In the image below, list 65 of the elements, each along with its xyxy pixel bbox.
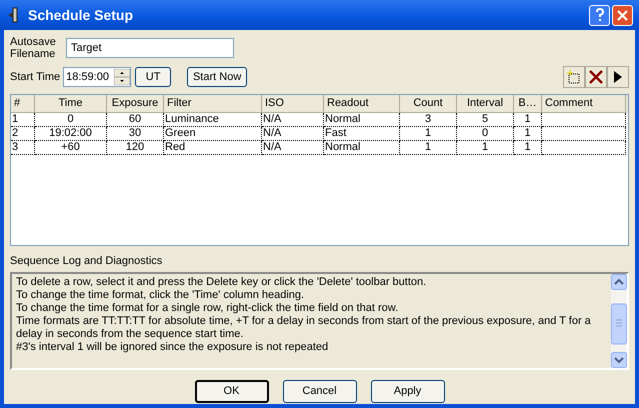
run-button[interactable] [607,66,629,88]
log-line: To change the time format for a single row, right-click the time field on that row. [16,302,400,314]
autosave-label: Autosave Filename [10,36,56,60]
scrollbar[interactable] [611,274,627,368]
table-cell: 0 [457,127,514,141]
table-cell: N/A [262,113,324,127]
log-line: To delete a row, select it and press the Delete key or click the 'Delete' toolbar button. [16,276,428,288]
help-button[interactable] [589,4,610,26]
table-cell: 19:02:00 [35,127,107,141]
table-cell: 30 [107,127,164,141]
column-header[interactable]: Comment [542,95,626,113]
filename-field[interactable]: Target [66,38,234,58]
dialog-button[interactable]: Apply [370,380,444,402]
table-cell: 1 [11,113,35,127]
column-header[interactable]: Filter [164,95,262,113]
column-header[interactable]: Interval [457,95,514,113]
start-time-label: Start Time [10,70,60,85]
help-icon [594,8,604,22]
column-header[interactable]: Count [400,95,457,113]
start-time-field[interactable]: 18:59:00 [63,67,132,87]
log-label: Sequence Log and Diagnostics [10,254,164,269]
table-cell: N/A [262,127,324,141]
table-cell: 1 [400,141,457,155]
table-cell: Green [164,127,262,141]
table-cell: 2 [11,127,35,141]
new-row-icon [567,70,581,84]
table-cell: 5 [457,113,514,127]
table-cell: +60 [35,141,107,155]
table-cell: 3 [11,141,35,155]
ut-button[interactable]: UT [135,67,172,87]
close-button[interactable] [612,4,633,26]
table-cell: 0 [35,113,107,127]
log-line: To change the time format, click the 'Time' column heading. [16,288,306,302]
close-icon [617,10,628,20]
table-cell: Fast [324,127,400,141]
column-header[interactable]: Exposure [107,95,164,113]
column-header[interactable]: Readout [324,95,400,113]
table-cell: Luminance [164,113,262,127]
table-cell: 1 [400,127,457,141]
dialog-button[interactable]: OK [194,380,268,402]
spin-icon[interactable] [114,69,130,85]
delete-button[interactable] [585,66,607,88]
delete-icon [589,70,603,84]
column-header[interactable]: B… [514,95,542,113]
column-header[interactable]: # [11,95,35,113]
table-cell: 1 [514,141,542,155]
log-line: Time formats are TT:TT:TT for absolute time, +T for a delay in seconds from start of the previous exposure, and T for a delay in seconds from the sequence start time. [16,314,592,340]
table-cell: Normal [324,141,400,155]
table-cell: 1 [514,127,542,141]
new-row-button[interactable] [563,66,585,88]
column-header[interactable]: Time [35,95,107,113]
log-line: #3's interval 1 will be ignored since the exposure is not repeated [16,340,330,354]
play-icon [613,70,623,84]
start-now-button[interactable]: Start Now [187,67,248,87]
table-cell: 1 [457,141,514,155]
dialog-button[interactable]: Cancel [282,380,356,402]
table-cell: Normal [324,113,400,127]
table-cell: 3 [400,113,457,127]
table-cell: Red [164,141,262,155]
window-title: Schedule Setup [28,6,134,25]
table-cell: 60 [107,113,164,127]
table-cell: 120 [107,141,164,155]
table-cell: N/A [262,141,324,155]
column-header[interactable]: ISO [262,95,324,113]
table-cell: 1 [514,113,542,127]
